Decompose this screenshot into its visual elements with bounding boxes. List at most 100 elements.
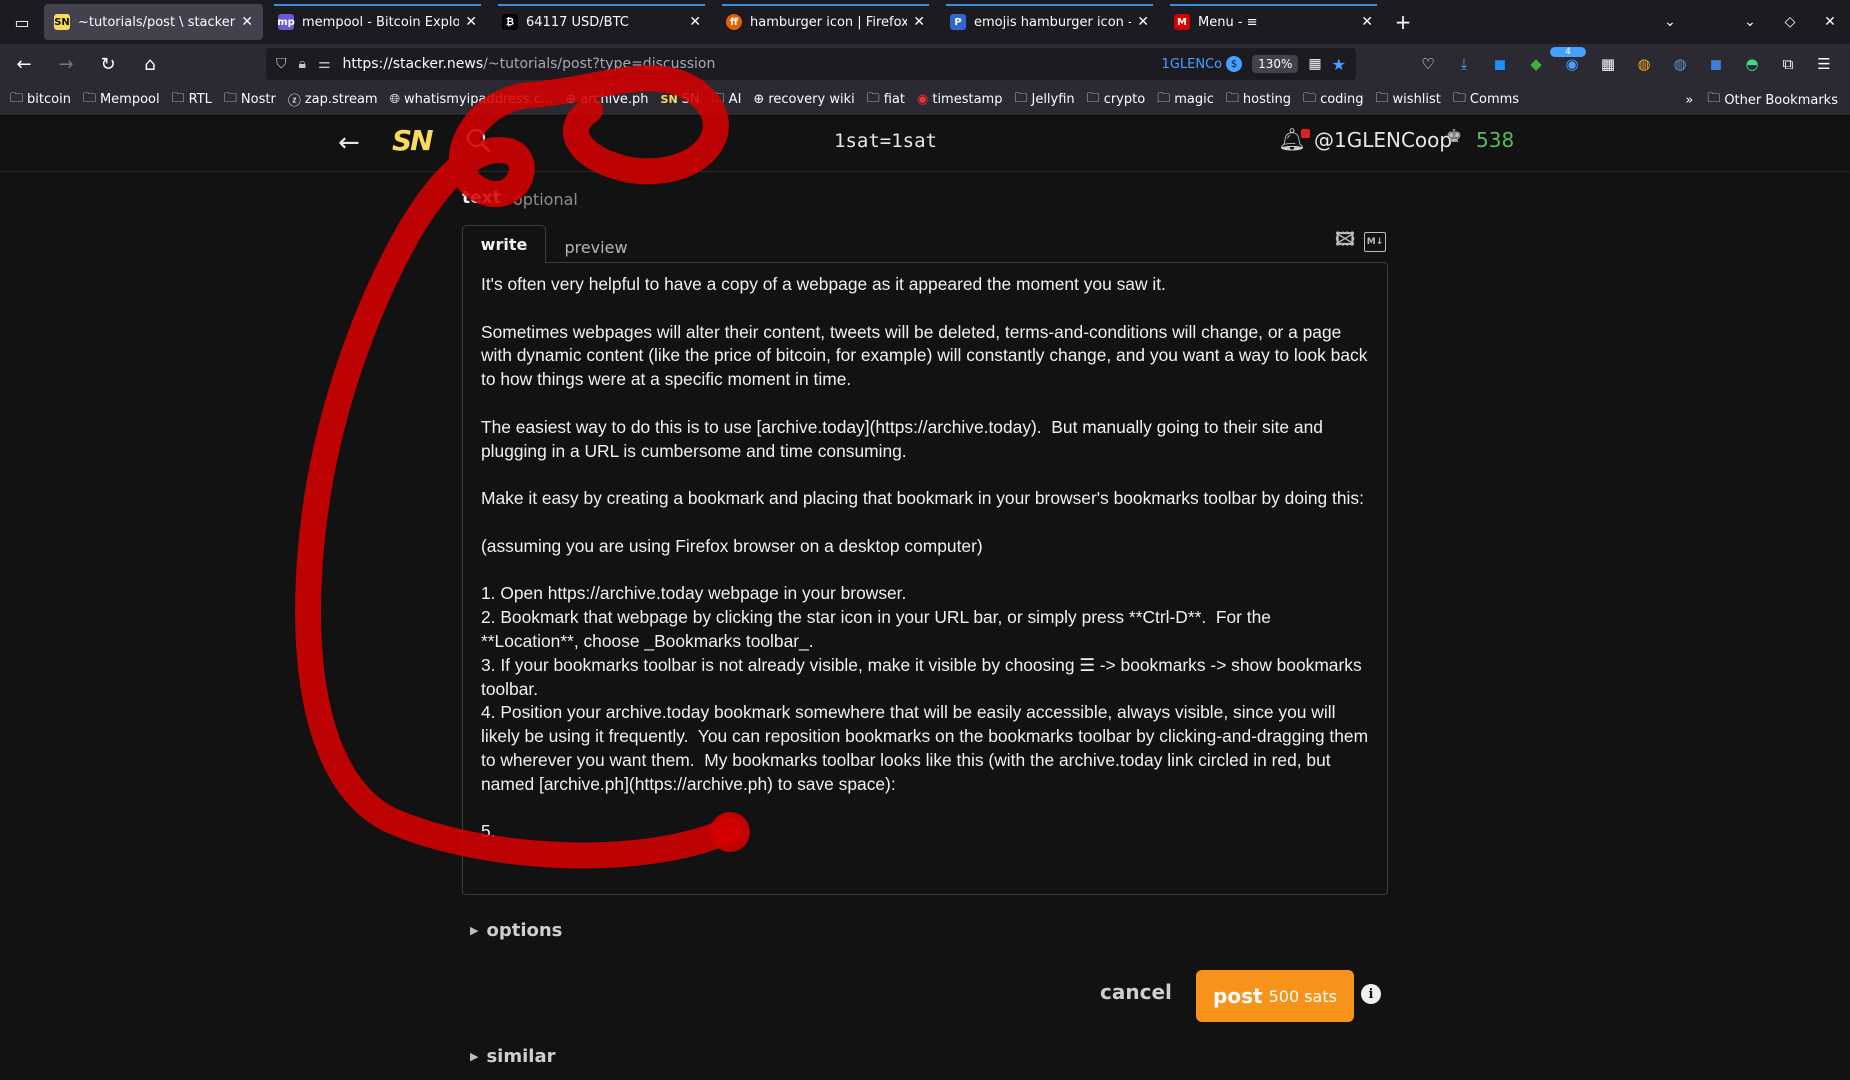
s-extension-icon[interactable]: ◼ (1482, 55, 1518, 73)
header-tagline[interactable]: 1sat=1sat (834, 130, 937, 152)
username[interactable]: @1GLENCoop (1314, 128, 1452, 152)
pocket-icon[interactable]: ♡ (1410, 55, 1446, 73)
browser-tab[interactable]: M Menu - ≡ ✕ (1164, 4, 1383, 40)
tab-overflow-chevron-icon[interactable]: ⌄ (1650, 14, 1690, 30)
tab-write[interactable]: write (462, 225, 546, 263)
folder-icon: 🗀︎ (1375, 90, 1389, 106)
bookmark-item[interactable]: 🗀︎ Mempool (83, 89, 160, 111)
close-icon[interactable]: ✕ (1137, 14, 1149, 30)
close-icon[interactable]: ✕ (689, 14, 701, 30)
bookmark-item[interactable]: ◉ timestamp (917, 92, 1002, 107)
bookmark-archive-ph[interactable]: ⊕ archive.ph (565, 92, 648, 107)
clock-icon: ◉ (917, 92, 929, 107)
browser-tab-bar: ▭ SN ~tutorials/post \ stacker ne ✕ mp m… (0, 0, 1850, 44)
folder-icon: 🗀︎ (10, 90, 24, 106)
bookmark-item[interactable]: ⊕ recovery wiki (753, 92, 854, 107)
extensions-toolbar: ♡ ⤓ ◼ ◆ ◉ 4 ▦ ◍ ◍ ◼ ◓ ⧉ ☰ (1410, 44, 1842, 84)
similar-toggle[interactable]: ▶ similar (470, 1046, 555, 1067)
browser-tab[interactable]: ₿ 64117 USD/BTC ✕ (492, 4, 711, 40)
android-extension-icon[interactable]: ◓ (1734, 55, 1770, 73)
markdown-icon[interactable]: M↓ (1364, 232, 1386, 252)
cancel-button[interactable]: cancel (1100, 980, 1172, 1004)
bookmark-item[interactable]: 🗀︎ wishlist (1376, 89, 1441, 111)
back-arrow-icon[interactable]: ← (6, 46, 42, 82)
bookmarks-overflow-chevron-icon[interactable]: » (1685, 93, 1693, 108)
shield-icon[interactable]: ⛉ (276, 56, 287, 72)
download-icon[interactable]: ⤓ (1446, 55, 1482, 73)
url-bar[interactable]: ⛉ 🔒︎ ⚌ https://stacker.news/~tutorials/p… (266, 48, 1356, 80)
menu-favicon-icon: M (1174, 14, 1190, 30)
site-header: ← SN 1sat=1sat 🔔︎ @1GLENCoop ♚ 538 (0, 116, 1850, 172)
home-icon[interactable]: ⌂ (132, 46, 168, 82)
folder-icon: 🗀︎ (1707, 91, 1721, 106)
browser-tab[interactable]: SN ~tutorials/post \ stacker ne ✕ (44, 4, 263, 40)
optional-hint: optional (513, 190, 578, 209)
url-host: https://stacker.news (342, 56, 484, 72)
close-window-icon[interactable]: ✕ (1810, 14, 1850, 30)
post-body-textarea[interactable]: It's often very helpful to have a copy o… (462, 262, 1388, 895)
new-tab-plus-icon[interactable]: + (1388, 7, 1418, 37)
folder-icon: 🗀︎ (1452, 90, 1466, 106)
bookmark-item[interactable]: 🗀︎ AI (712, 89, 742, 111)
bell-icon[interactable]: 🔔︎ (1278, 128, 1310, 153)
sn-logo[interactable]: SN (392, 124, 434, 157)
bookmark-item[interactable]: ⓩ zap.stream (288, 90, 378, 109)
bookmark-item[interactable]: 🌐︎ whatismyipaddress.c... (390, 92, 554, 107)
sats-balance[interactable]: 538 (1476, 128, 1514, 152)
browser-tab[interactable]: mp mempool - Bitcoin Explore ✕ (268, 4, 487, 40)
puzzle-icon[interactable]: ⧉ (1770, 55, 1806, 73)
bookmark-item[interactable]: 🗀︎ hosting (1226, 89, 1291, 111)
grid-extension-icon[interactable]: ▦ (1590, 55, 1626, 73)
o-extension-icon[interactable]: ◉ 4 (1550, 47, 1590, 73)
forward-arrow-icon[interactable]: → (48, 46, 84, 82)
btc-favicon-icon: ₿ (502, 14, 518, 30)
info-icon[interactable]: i (1361, 984, 1381, 1004)
reload-icon[interactable]: ↻ (90, 46, 126, 82)
caret-right-icon: ▶ (470, 1050, 479, 1063)
hamburger-menu-icon[interactable]: ☰ (1806, 55, 1842, 73)
globe-extension-icon[interactable]: ◍ (1662, 55, 1698, 73)
bookmark-item[interactable]: 🗀︎ coding (1303, 89, 1363, 111)
permissions-icon[interactable]: ⚌ (318, 56, 331, 72)
post-button[interactable]: post 500 sats (1196, 970, 1354, 1022)
bookmark-item[interactable]: 🗀︎ fiat (867, 89, 905, 111)
lock-icon[interactable]: 🔒︎ (299, 56, 306, 72)
w-extension-icon[interactable]: ◆ (1518, 55, 1554, 73)
folder-icon: 🗀︎ (711, 90, 725, 106)
bookmark-item[interactable]: SN SN (661, 92, 700, 107)
hat-icon: ♚ (1446, 126, 1463, 147)
bookmark-item[interactable]: 🗀︎ Nostr (224, 89, 276, 111)
image-upload-icon[interactable]: 🖾︎ (1334, 229, 1356, 252)
tab-list-icon[interactable]: ▭ (0, 0, 44, 44)
bookmark-item[interactable]: 🗀︎ crypto (1087, 89, 1146, 111)
p-extension-icon[interactable]: ◼ (1698, 55, 1734, 73)
minimize-icon[interactable]: ⌄ (1730, 14, 1770, 30)
text-label: text (462, 188, 501, 208)
browser-tab[interactable]: ff hamburger icon | Firefox S ✕ (716, 4, 935, 40)
search-icon[interactable] (464, 126, 492, 154)
qr-icon[interactable]: ▦ (1308, 56, 1321, 72)
bookmark-item[interactable]: 🗀︎ RTL (172, 89, 212, 111)
close-icon[interactable]: ✕ (465, 14, 477, 30)
bookmark-item[interactable]: 🗀︎ Comms (1453, 89, 1519, 111)
zoom-level[interactable]: 130% (1252, 55, 1299, 73)
bookmark-item[interactable]: 🗀︎ Jellyfin (1014, 89, 1074, 111)
bookmark-item[interactable]: 🗀︎ bitcoin (10, 89, 71, 111)
container-label[interactable]: 1GLENCo $ (1162, 56, 1243, 72)
options-toggle[interactable]: ▶ options (470, 920, 562, 941)
back-arrow-icon[interactable]: ← (338, 128, 360, 158)
bookmarks-toolbar: 🗀︎ bitcoin 🗀︎ Mempool 🗀︎ RTL 🗀︎ Nostr ⓩ zap.s… (0, 84, 1850, 116)
color-extension-icon[interactable]: ◍ (1626, 55, 1662, 73)
folder-icon: 🗀︎ (82, 90, 96, 106)
tab-title: Menu - ≡ (1198, 14, 1258, 30)
url-path: /~tutorials/post?type=discussion (483, 56, 716, 72)
other-bookmarks[interactable]: 🗀︎ Other Bookmarks (1707, 89, 1838, 111)
maximize-icon[interactable]: ◇ (1770, 14, 1810, 30)
close-icon[interactable]: ✕ (1361, 14, 1373, 30)
star-icon[interactable]: ★ (1332, 55, 1346, 74)
close-icon[interactable]: ✕ (913, 14, 925, 30)
close-icon[interactable]: ✕ (241, 14, 253, 30)
bookmark-item[interactable]: 🗀︎ magic (1157, 89, 1214, 111)
browser-tab[interactable]: P emojis hamburger icon - P ✕ (940, 4, 1159, 40)
tab-preview[interactable]: preview (554, 232, 638, 262)
